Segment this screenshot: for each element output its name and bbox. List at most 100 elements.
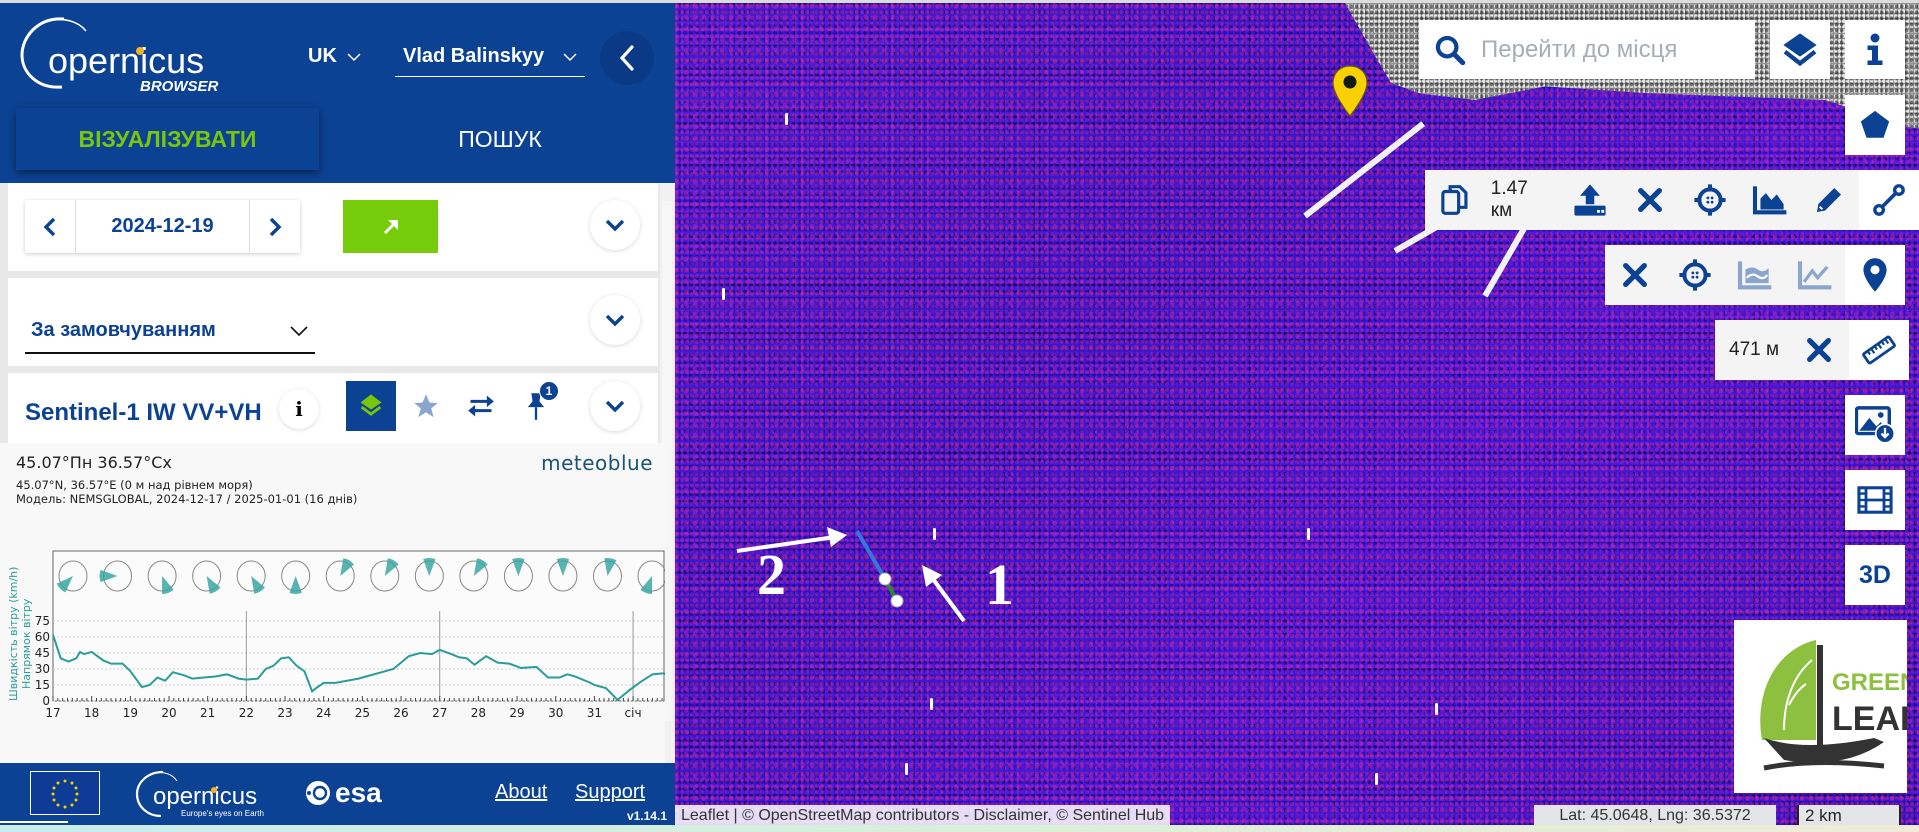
edit-line-button[interactable] [1799,170,1859,230]
meteo-coords-line: 45.07°N, 36.57°E (0 м над рівнем моря) [16,478,253,492]
timelapse-button[interactable] [1845,470,1905,530]
x-tick-label: 27 [432,706,447,720]
collapse-sidebar-button[interactable] [600,31,654,85]
footer-divider [0,821,68,823]
info-button[interactable] [1845,20,1905,79]
draw-line-button[interactable] [1859,170,1919,230]
expand-theme-button[interactable] [590,295,640,345]
location-search[interactable] [1419,20,1755,79]
chevron-down-icon [605,219,625,232]
info-icon [1867,33,1883,65]
crosshair-icon [1694,184,1726,216]
pencil-icon [1817,188,1842,212]
prev-date-button[interactable] [25,200,75,253]
theme-value: За замовчуванням [31,319,216,341]
spectral-explorer-button[interactable] [1725,245,1785,305]
meteoblue-logo[interactable]: meteoblue [541,451,653,475]
visualization-layers-button[interactable] [346,381,396,431]
layers-icon [1783,32,1817,66]
bottom-band [0,825,1919,832]
layers-button[interactable] [1770,20,1830,79]
chevron-right-icon [269,217,282,236]
ruler-button[interactable] [1849,320,1910,380]
user-menu[interactable]: Vlad Balinskyy [395,41,585,77]
add-pin-favorite-button[interactable] [401,381,451,431]
ruler-icon [1862,335,1896,365]
location-marker-icon[interactable] [1332,65,1368,117]
copernicus-logo: opernicus Europe's eyes on Earth [135,768,275,825]
x-tick-label: 29 [509,706,524,720]
center-line-button[interactable] [1680,170,1740,230]
ruler-toolbar: 471 м [1715,320,1910,380]
remove-line-button[interactable] [1620,170,1680,230]
expand-date-button[interactable] [590,200,640,250]
info-icon: i [295,397,303,421]
user-name: Vlad Balinskyy [403,45,545,67]
leaflet-link[interactable]: Leaflet [681,807,729,824]
about-link[interactable]: About [495,781,547,804]
image-download-icon [1855,406,1895,444]
cursor-coordinates: Lat: 45.0648, Lng: 36.5372 [1534,805,1776,827]
wind-chart: 0153045607517 18 19 20 21 22 23 24 25 26 27 28 29 30 3… [7,550,665,720]
x-tick-label: 20 [161,706,176,720]
upload-button[interactable] [1560,170,1620,230]
statistics-button[interactable] [1785,245,1845,305]
area-chart-icon [1752,186,1786,215]
y-axis-label-2: Напрямок вітру [20,598,33,689]
theme-select[interactable]: За замовчуванням [25,315,315,354]
star-icon [414,394,438,418]
upload-icon [1574,184,1606,216]
x-tick-label: 24 [316,706,331,720]
esa-text: esa [335,777,382,808]
pentagon-icon [1860,110,1890,138]
place-marker-button[interactable] [1845,245,1905,305]
compare-button[interactable] [456,381,506,431]
x-tick-label: 25 [355,706,370,720]
vessel [785,113,788,125]
close-icon [1637,188,1662,212]
draw-polygon-button[interactable] [1845,95,1905,155]
x-tick-label: 30 [548,706,563,720]
pins-button[interactable]: 1 [511,381,561,431]
film-icon [1857,486,1893,514]
clear-ruler-button[interactable] [1789,320,1849,380]
location-search-input[interactable] [1481,35,1741,64]
greenleaf-top-text: GREEN [1832,669,1907,696]
greenleaf-bottom-text: LEAF [1832,700,1907,738]
y-tick-label: 30 [35,662,50,676]
logo-text: opernicus [48,40,204,81]
remove-point-button[interactable] [1605,245,1665,305]
layer-info-button[interactable]: i [279,389,319,429]
x-tick-label: 21 [200,706,215,720]
image-download-button[interactable] [1845,395,1905,455]
x-tick-label: 31 [587,706,602,720]
sidebar: opernicus BROWSER UK Vlad Balinskyy ВІЗУ… [0,3,675,832]
line-measure-toolbar: 1.47 км [1425,170,1919,230]
meteo-details: 45.07°N, 36.57°E (0 м над рівнем моря) М… [16,478,357,506]
language-value: UK [308,45,337,67]
chevron-left-icon [619,45,634,71]
center-point-button[interactable] [1665,245,1725,305]
tab-visualize[interactable]: ВІЗУАЛІЗУВАТИ [16,108,319,170]
support-link[interactable]: Support [575,781,645,804]
search-dates-button[interactable] [343,200,438,253]
greenleaf-logo: GREEN LEAF [1734,620,1919,793]
copernicus-browser-logo[interactable]: opernicus BROWSER [18,11,228,101]
copy-button[interactable] [1425,170,1485,230]
map-canvas[interactable]: 2 1 [675,3,1919,825]
x-tick-label: 17 [45,706,60,720]
tab-search[interactable]: ПОШУК [345,108,655,170]
language-selector[interactable]: UK [308,45,361,68]
expand-layer-button[interactable] [590,381,640,431]
elevation-profile-button[interactable] [1740,170,1800,230]
line-distance: 1.47 км [1490,178,1528,221]
x-tick-label: 22 [239,706,254,720]
next-date-button[interactable] [250,200,300,253]
eu-flag-logo [30,771,100,815]
3d-view-button[interactable]: 3D [1845,545,1905,605]
y-tick-label: 75 [35,614,50,628]
date-value[interactable]: 2024-12-19 [75,200,250,253]
measure-line[interactable] [855,523,915,613]
x-tick-label: 19 [123,706,138,720]
pins-count-badge: 1 [539,381,559,401]
